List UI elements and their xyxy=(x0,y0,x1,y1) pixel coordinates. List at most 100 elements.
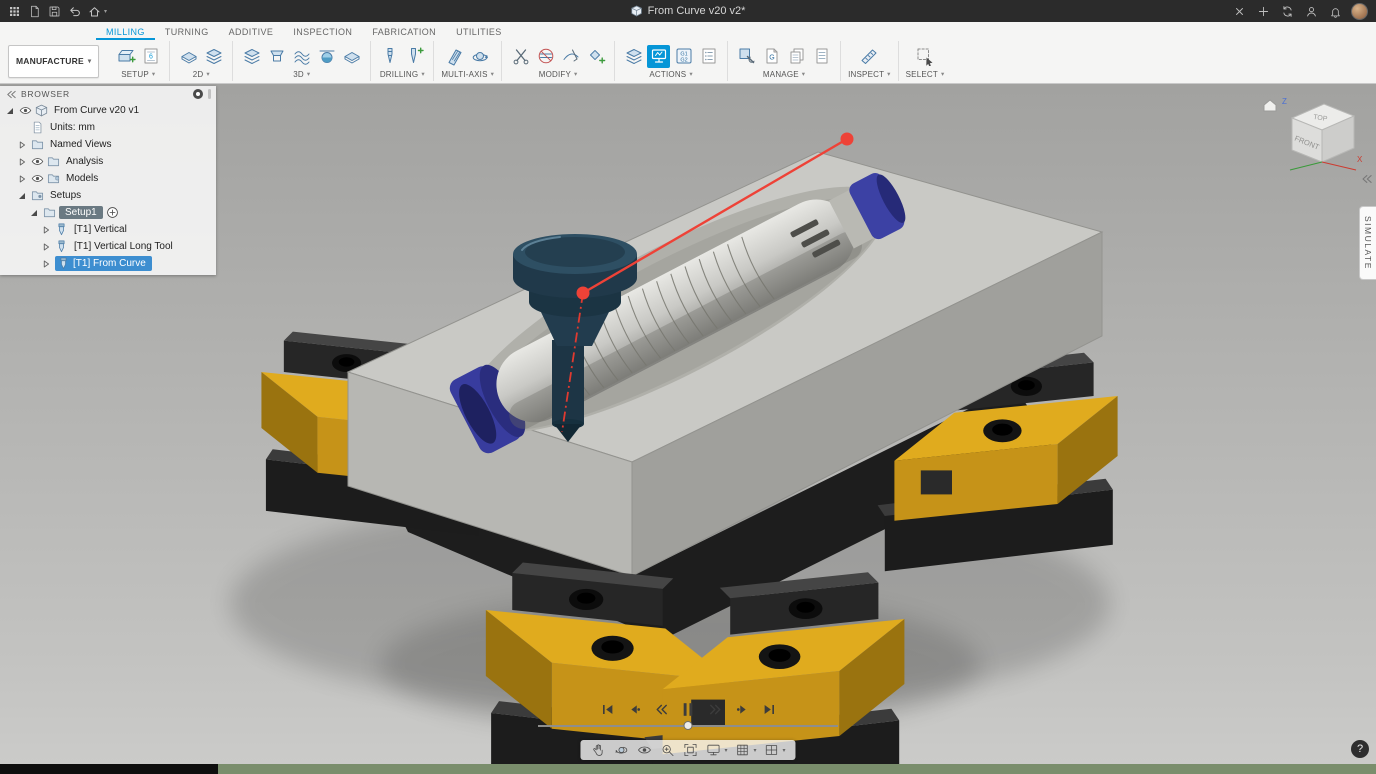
browser-item-label[interactable]: From Curve v20 v1 xyxy=(51,105,142,116)
no-pass-icon[interactable] xyxy=(534,45,557,68)
caret-open-icon[interactable] xyxy=(16,190,28,202)
list-box-icon[interactable] xyxy=(697,45,720,68)
timeline-handle[interactable] xyxy=(684,721,693,730)
caret-closed-icon[interactable] xyxy=(40,241,52,253)
profile-icon[interactable] xyxy=(1303,3,1320,20)
tab-fabrication[interactable]: FABRICATION xyxy=(362,25,446,40)
browser-item-from-curve-v20-v1[interactable]: From Curve v20 v1 xyxy=(0,102,216,119)
browser-item-label[interactable]: Units: mm xyxy=(47,122,98,133)
browser-item-label[interactable]: [T1] Vertical xyxy=(71,224,130,235)
simulate-icon[interactable] xyxy=(647,45,670,68)
expand-panel-icon[interactable] xyxy=(1360,172,1372,184)
tab-utilities[interactable]: UTILITIES xyxy=(446,25,512,40)
folder-icon[interactable] xyxy=(43,206,56,219)
trim-curve-icon[interactable] xyxy=(559,45,582,68)
fit-icon[interactable] xyxy=(682,742,698,758)
toolbar-group-label[interactable]: INSPECT▾ xyxy=(848,70,891,79)
fast-forward-button[interactable] xyxy=(706,700,724,718)
toolbar-group-label[interactable]: SELECT▾ xyxy=(906,70,945,79)
browser-item-label[interactable]: Named Views xyxy=(47,139,115,150)
select-box-icon[interactable] xyxy=(914,45,937,68)
compare-plus-icon[interactable] xyxy=(584,45,607,68)
bell-icon[interactable] xyxy=(1327,3,1344,20)
tab-inspection[interactable]: INSPECTION xyxy=(283,25,362,40)
waves-icon[interactable] xyxy=(290,45,313,68)
units-doc-icon[interactable] xyxy=(31,121,44,134)
browser-item-analysis[interactable]: Analysis xyxy=(0,153,216,170)
slab-icon[interactable] xyxy=(177,45,200,68)
caret-closed-icon[interactable] xyxy=(16,156,28,168)
slab-icon[interactable] xyxy=(340,45,363,68)
pan-icon[interactable] xyxy=(590,742,606,758)
undo-icon[interactable] xyxy=(66,3,83,20)
apps-grid-icon[interactable] xyxy=(6,3,23,20)
layers-icon[interactable] xyxy=(202,45,225,68)
viewcube[interactable]: TOP FRONT Z X xyxy=(1260,92,1364,178)
folder-icon[interactable] xyxy=(31,138,44,151)
viewcube-home-icon[interactable] xyxy=(1264,100,1276,111)
browser-item-t1-vertical[interactable]: [T1] Vertical xyxy=(0,221,216,238)
sync-icon[interactable] xyxy=(1279,3,1296,20)
tool-icon[interactable] xyxy=(55,223,68,236)
step-back-button[interactable] xyxy=(625,700,643,718)
toolbar-group-label[interactable]: MANAGE▾ xyxy=(763,70,805,79)
step-forward-button[interactable] xyxy=(733,700,751,718)
toolbar-group-label[interactable]: ACTIONS▾ xyxy=(649,70,692,79)
caret-closed-icon[interactable] xyxy=(40,258,52,270)
save-icon[interactable] xyxy=(46,3,63,20)
browser-item-label[interactable]: Setups xyxy=(47,190,84,201)
browser-item-label[interactable]: Models xyxy=(63,173,101,184)
browser-options-icon[interactable] xyxy=(193,89,203,99)
simulation-timeline[interactable] xyxy=(538,720,838,731)
component-folder-icon[interactable] xyxy=(47,172,60,185)
tool-icon[interactable] xyxy=(57,257,70,270)
drill-icon[interactable] xyxy=(378,45,401,68)
home-icon[interactable] xyxy=(86,3,103,20)
display-settings-icon[interactable] xyxy=(705,742,721,758)
sheet-icon[interactable] xyxy=(810,45,833,68)
browser-resize-handle[interactable] xyxy=(208,89,211,99)
caret-open-icon[interactable] xyxy=(4,105,16,117)
toolbar-group-label[interactable]: 3D▾ xyxy=(293,70,310,79)
zoom-icon[interactable] xyxy=(659,742,675,758)
close-icon[interactable] xyxy=(1231,3,1248,20)
machine-library-icon[interactable]: 6 xyxy=(139,45,162,68)
browser-item-label[interactable]: Analysis xyxy=(63,156,106,167)
browser-item-t1-from-curve[interactable]: [T1] From Curve xyxy=(0,255,216,272)
viewport[interactable]: BROWSER From Curve v20 v1Units: mmNamed … xyxy=(0,84,1376,764)
browser-item-models[interactable]: Models xyxy=(0,170,216,187)
caret-closed-icon[interactable] xyxy=(16,173,28,185)
browser-item-units-mm[interactable]: Units: mm xyxy=(0,119,216,136)
look-at-icon[interactable] xyxy=(636,742,652,758)
browser-item-setups[interactable]: Setups xyxy=(0,187,216,204)
toolbar-group-label[interactable]: SETUP▾ xyxy=(121,70,155,79)
tab-turning[interactable]: TURNING xyxy=(155,25,219,40)
pocket-icon[interactable] xyxy=(265,45,288,68)
browser-item-setup1[interactable]: Setup1 xyxy=(0,204,216,221)
eye-icon[interactable] xyxy=(31,172,44,185)
ball-icon[interactable] xyxy=(315,45,338,68)
drill-plus-icon[interactable] xyxy=(403,45,426,68)
caret-closed-icon[interactable] xyxy=(40,224,52,236)
chevron-down-icon[interactable]: ▾ xyxy=(104,8,107,15)
toolbar-group-label[interactable]: 2D▾ xyxy=(193,70,210,79)
viewports-caret-icon[interactable]: ▾ xyxy=(783,747,786,754)
browser-item-label[interactable]: [T1] Vertical Long Tool xyxy=(71,241,176,252)
browser-item-named-views[interactable]: Named Views xyxy=(0,136,216,153)
tool-icon[interactable] xyxy=(55,240,68,253)
component-icon[interactable] xyxy=(35,104,48,117)
browser-item-label[interactable]: Setup1 xyxy=(59,206,103,219)
toolbar-group-label[interactable]: MULTI-AXIS▾ xyxy=(441,70,494,79)
plus-badge-icon[interactable] xyxy=(106,206,119,219)
tab-milling[interactable]: MILLING xyxy=(96,25,155,40)
nc-doc-icon[interactable]: G xyxy=(760,45,783,68)
eye-icon[interactable] xyxy=(31,155,44,168)
gcode-icon[interactable]: G1G2 xyxy=(672,45,695,68)
tool-lib-icon[interactable] xyxy=(735,45,758,68)
swarf-icon[interactable] xyxy=(444,45,467,68)
browser-item-label[interactable]: [T1] From Curve xyxy=(73,258,146,269)
layers-icon[interactable] xyxy=(622,45,645,68)
scissors-icon[interactable] xyxy=(509,45,532,68)
workspace-selector-button[interactable]: MANUFACTURE ▾ xyxy=(8,45,99,78)
layers-icon[interactable] xyxy=(240,45,263,68)
